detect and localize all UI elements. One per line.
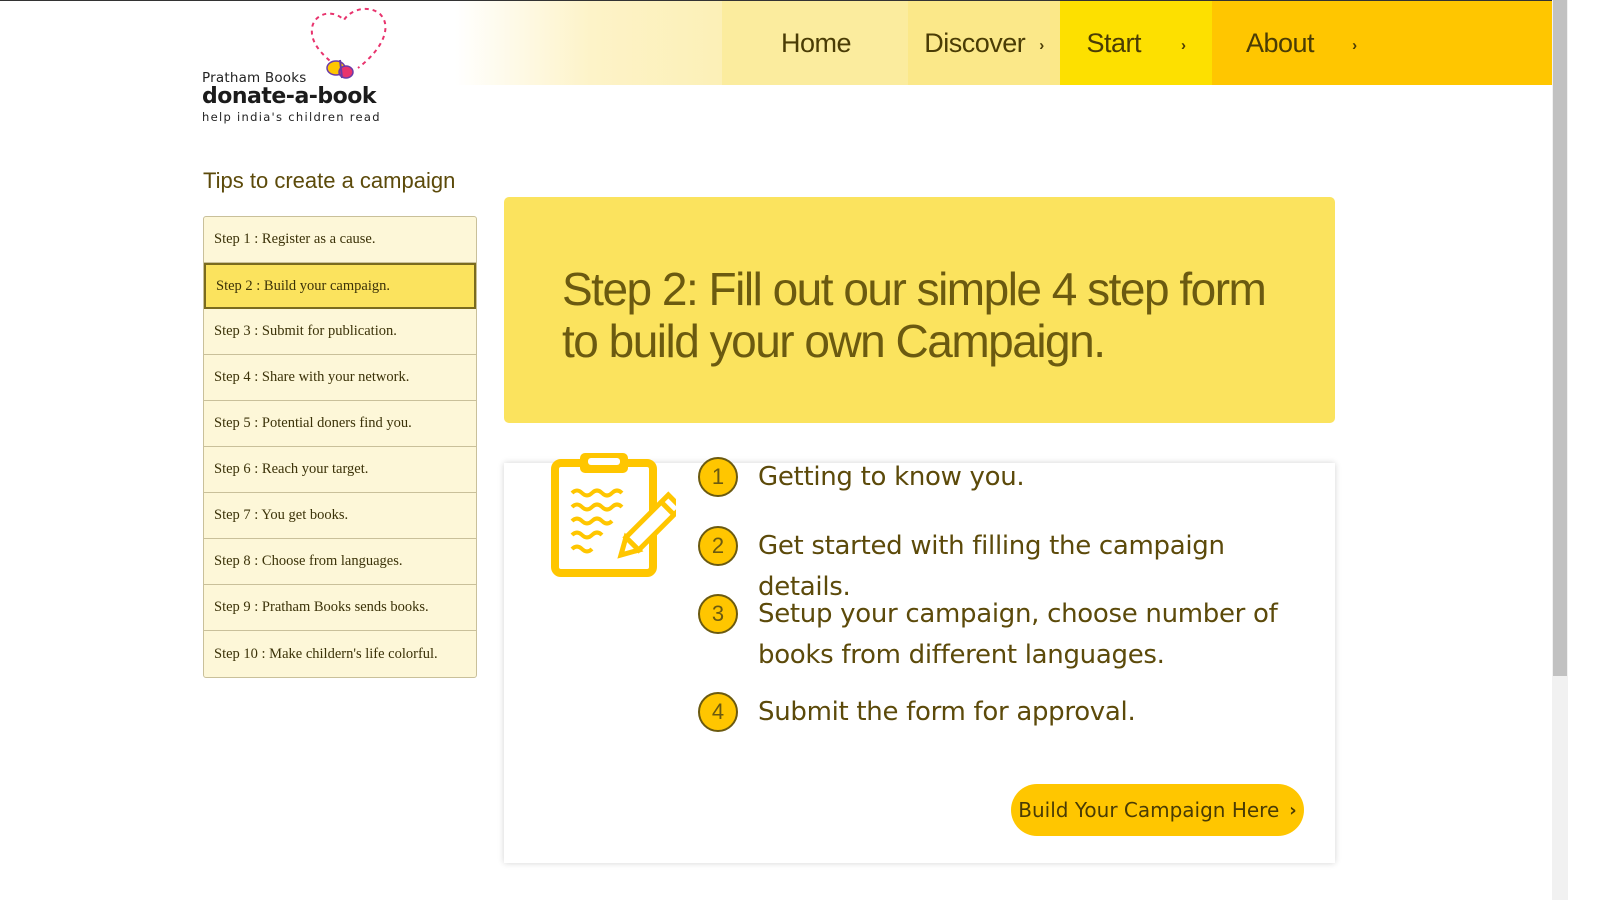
sidebar-title: Tips to create a campaign (203, 168, 456, 193)
sidebar-step-item[interactable]: Step 8 : Choose from languages. (204, 539, 476, 585)
nav-discover-label: Discover (924, 27, 1026, 58)
sidebar-step-item[interactable]: Step 2 : Build your campaign. (204, 263, 476, 309)
form-steps-card: 1 Getting to know you. 2 Get started wit… (504, 453, 1335, 863)
chevron-right-icon: › (1039, 36, 1044, 54)
sidebar-step-item[interactable]: Step 7 : You get books. (204, 493, 476, 539)
nav-start[interactable]: Start › (1060, 1, 1212, 85)
chevron-right-icon: › (1352, 36, 1357, 54)
step-number-badge: 3 (698, 594, 738, 634)
logo[interactable]: Pratham Books donate-a-book help india's… (202, 6, 402, 128)
form-step-text: Setup your campaign, choose number of bo… (758, 599, 1278, 670)
sidebar-step-item[interactable]: Step 6 : Reach your target. (204, 447, 476, 493)
hero-banner: Step 2: Fill out our simple 4 step form … (504, 197, 1335, 423)
sidebar-step-item[interactable]: Step 3 : Submit for publication. (204, 309, 476, 355)
form-step-item: 4 Submit the form for approval. (698, 692, 1318, 733)
page-scrollbar-thumb[interactable] (1553, 0, 1567, 676)
page-title: Step 2: Fill out our simple 4 step form … (562, 263, 1267, 367)
chevron-right-icon: › (1181, 36, 1186, 54)
sidebar-step-item[interactable]: Step 10 : Make childern's life colorful. (204, 631, 476, 677)
chevron-right-icon: › (1289, 799, 1297, 821)
step-number-badge: 2 (698, 526, 738, 566)
clipboard-pencil-icon (551, 453, 676, 577)
nav-discover[interactable]: Discover › (908, 1, 1060, 85)
sidebar-step-item[interactable]: Step 9 : Pratham Books sends books. (204, 585, 476, 631)
form-step-text: Submit the form for approval. (758, 697, 1136, 727)
form-step-text: Getting to know you. (758, 462, 1025, 492)
step-number-badge: 1 (698, 457, 738, 497)
steps-list: Step 1 : Register as a cause. Step 2 : Bu… (203, 216, 477, 678)
logo-brand-big: donate-a-book (202, 84, 377, 109)
logo-tagline: help india's children read (202, 110, 381, 124)
nav-about[interactable]: About › (1212, 1, 1552, 85)
form-step-item: 1 Getting to know you. (698, 457, 1318, 498)
sidebar-step-item[interactable]: Step 5 : Potential doners find you. (204, 401, 476, 447)
sidebar-step-item[interactable]: Step 1 : Register as a cause. (204, 217, 476, 263)
form-step-item: 3 Setup your campaign, choose number of … (698, 594, 1318, 676)
nav-home[interactable]: Home (722, 1, 910, 85)
nav-start-label: Start (1086, 27, 1142, 58)
build-campaign-label: Build Your Campaign Here (1018, 798, 1280, 822)
nav-about-label: About (1246, 27, 1315, 58)
step-number-badge: 4 (698, 692, 738, 732)
heart-butterfly-icon (310, 7, 387, 79)
build-campaign-button[interactable]: Build Your Campaign Here › (1011, 784, 1304, 836)
sidebar-step-item[interactable]: Step 4 : Share with your network. (204, 355, 476, 401)
nav-home-label: Home (780, 27, 852, 58)
